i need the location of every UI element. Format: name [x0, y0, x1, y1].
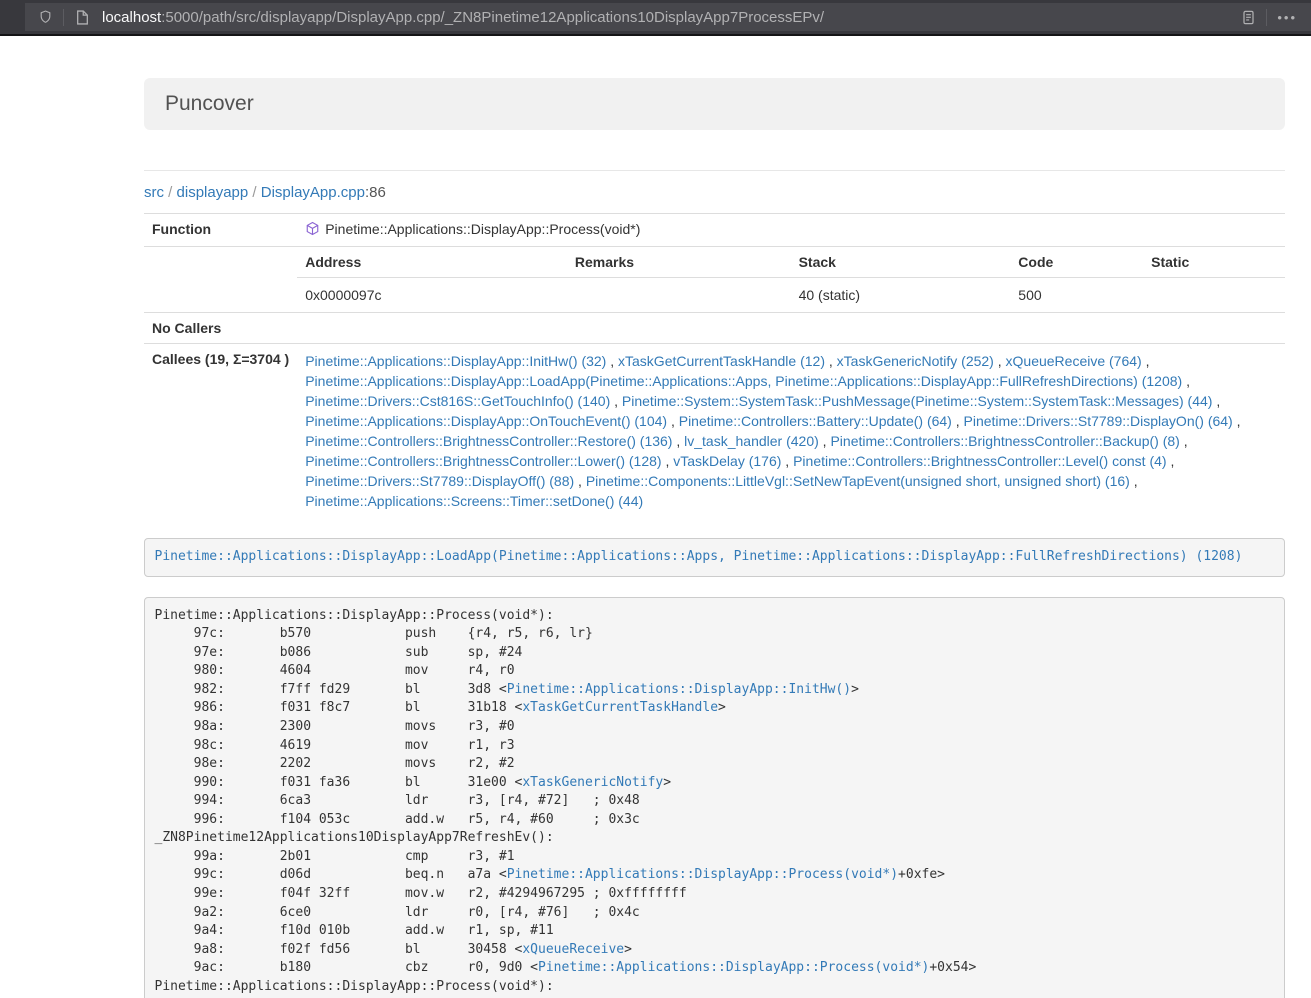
breadcrumb-separator: / [164, 184, 177, 201]
callee-separator: , [781, 453, 793, 469]
breadcrumb-line-number: :86 [365, 184, 386, 201]
browser-url-bar[interactable]: localhost:5000/path/src/displayapp/Displ… [25, 3, 1311, 31]
disassembly-box: Pinetime::Applications::DisplayApp::Proc… [144, 597, 1285, 998]
function-name: Pinetime::Applications::DisplayApp::Proc… [325, 221, 640, 237]
callee-separator: , [667, 413, 679, 429]
stack-value: 40 (static) [791, 278, 1011, 313]
callers-cell [297, 313, 1285, 344]
function-row: Function Pinetime::Applications::Display… [144, 214, 1285, 247]
breadcrumb-link[interactable]: DisplayApp.cpp [261, 184, 365, 201]
highlighted-symbol-box: Pinetime::Applications::DisplayApp::Load… [144, 538, 1285, 577]
toolbar-divider [63, 9, 64, 26]
callee-separator: , [606, 353, 618, 369]
no-callers-label: No Callers [144, 313, 297, 344]
details-value-row: 0x0000097c 40 (static) 500 [297, 278, 1285, 313]
assembly-symbol-link[interactable]: xTaskGenericNotify [522, 775, 663, 790]
assembly-symbol-link[interactable]: xTaskGetCurrentTaskHandle [522, 700, 718, 715]
remarks-value [567, 278, 791, 313]
callees-list: Pinetime::Applications::DisplayApp::Init… [297, 344, 1285, 519]
callee-link[interactable]: xQueueReceive (764) [1006, 353, 1142, 369]
column-stack: Stack [791, 247, 1011, 278]
callee-link[interactable]: Pinetime::Drivers::Cst816S::GetTouchInfo… [305, 393, 610, 409]
breadcrumb-link[interactable]: src [144, 184, 164, 201]
divider [144, 170, 1285, 171]
assembly-symbol-link[interactable]: xQueueReceive [522, 942, 624, 957]
assembly-symbol-link[interactable]: Pinetime::Applications::DisplayApp::Proc… [538, 960, 929, 975]
assembly-symbol-link[interactable]: Pinetime::Applications::DisplayApp::Proc… [507, 867, 898, 882]
app-header: Puncover [144, 78, 1285, 130]
callee-link[interactable]: Pinetime::Controllers::Battery::Update()… [679, 413, 952, 429]
assembly-symbol-link[interactable]: Pinetime::Applications::DisplayApp::Init… [507, 682, 851, 697]
page-icon[interactable] [70, 5, 94, 29]
callee-separator: , [825, 353, 837, 369]
assembly-listing: Pinetime::Applications::DisplayApp::Proc… [155, 607, 1275, 998]
column-code: Code [1010, 247, 1143, 278]
browser-toolbar: localhost:5000/path/src/displayapp/Displ… [0, 0, 1311, 36]
callee-link[interactable]: Pinetime::Components::LittleVgl::SetNewT… [586, 473, 1130, 489]
callee-separator: , [1180, 433, 1188, 449]
callee-link[interactable]: Pinetime::Applications::DisplayApp::Load… [305, 373, 1182, 389]
function-label: Function [144, 214, 297, 247]
empty-label [144, 247, 297, 313]
address-value: 0x0000097c [297, 278, 567, 313]
callee-link[interactable]: Pinetime::Controllers::BrightnessControl… [793, 453, 1166, 469]
callee-link[interactable]: Pinetime::System::SystemTask::PushMessag… [622, 393, 1213, 409]
function-table: Function Pinetime::Applications::Display… [144, 213, 1285, 518]
callees-label: Callees (19, Σ=3704 ) [144, 344, 297, 519]
page-content: Puncover src / displayapp / DisplayApp.c… [144, 78, 1285, 998]
function-details-table: Address Remarks Stack Code Static 0x0000… [297, 247, 1285, 312]
callee-separator: , [994, 353, 1006, 369]
callee-separator: , [952, 413, 964, 429]
reader-mode-icon[interactable] [1236, 5, 1260, 29]
callee-link[interactable]: lv_task_handler (420) [684, 433, 819, 449]
static-value [1143, 278, 1285, 313]
callee-separator: , [672, 433, 684, 449]
callee-separator: , [1212, 393, 1220, 409]
url-path: :5000/path/src/displayapp/DisplayApp.cpp… [161, 9, 824, 26]
callers-row: No Callers [144, 313, 1285, 344]
callee-link[interactable]: Pinetime::Applications::DisplayApp::Init… [305, 353, 606, 369]
details-row: Address Remarks Stack Code Static 0x0000… [144, 247, 1285, 313]
callee-link[interactable]: Pinetime::Applications::DisplayApp::OnTo… [305, 413, 667, 429]
column-static: Static [1143, 247, 1285, 278]
callee-separator: , [610, 393, 622, 409]
callee-separator: , [819, 433, 831, 449]
highlighted-symbol-link[interactable]: Pinetime::Applications::DisplayApp::Load… [155, 549, 1243, 564]
page-title: Puncover [165, 92, 1264, 116]
overflow-menu-icon[interactable]: ••• [1277, 10, 1297, 25]
callee-link[interactable]: Pinetime::Drivers::St7789::DisplayOff() … [305, 473, 574, 489]
callee-link[interactable]: Pinetime::Applications::Screens::Timer::… [305, 493, 643, 509]
toolbar-divider [1266, 9, 1267, 26]
callee-link[interactable]: xTaskGenericNotify (252) [837, 353, 994, 369]
url-text[interactable]: localhost:5000/path/src/displayapp/Displ… [102, 9, 1236, 26]
callee-separator: , [1167, 453, 1175, 469]
callee-link[interactable]: vTaskDelay (176) [673, 453, 781, 469]
shield-icon[interactable] [33, 5, 57, 29]
callee-separator: , [574, 473, 586, 489]
callee-separator: , [1233, 413, 1241, 429]
url-host: localhost [102, 9, 161, 26]
column-address: Address [297, 247, 567, 278]
callee-link[interactable]: Pinetime::Controllers::BrightnessControl… [305, 453, 661, 469]
callee-separator: , [1142, 353, 1150, 369]
callee-link[interactable]: Pinetime::Controllers::BrightnessControl… [305, 433, 672, 449]
column-remarks: Remarks [567, 247, 791, 278]
code-value: 500 [1010, 278, 1143, 313]
callee-separator: , [662, 453, 674, 469]
callee-link[interactable]: Pinetime::Controllers::BrightnessControl… [830, 433, 1179, 449]
callee-separator: , [1130, 473, 1138, 489]
details-header-row: Address Remarks Stack Code Static [297, 247, 1285, 278]
breadcrumb: src / displayapp / DisplayApp.cpp:86 [144, 184, 1285, 201]
callee-link[interactable]: xTaskGetCurrentTaskHandle (12) [618, 353, 825, 369]
breadcrumb-separator: / [248, 184, 261, 201]
package-icon [305, 221, 320, 239]
callee-link[interactable]: Pinetime::Drivers::St7789::DisplayOn() (… [964, 413, 1233, 429]
callees-row: Callees (19, Σ=3704 ) Pinetime::Applicat… [144, 344, 1285, 519]
breadcrumb-link[interactable]: displayapp [177, 184, 249, 201]
callee-separator: , [1182, 373, 1190, 389]
